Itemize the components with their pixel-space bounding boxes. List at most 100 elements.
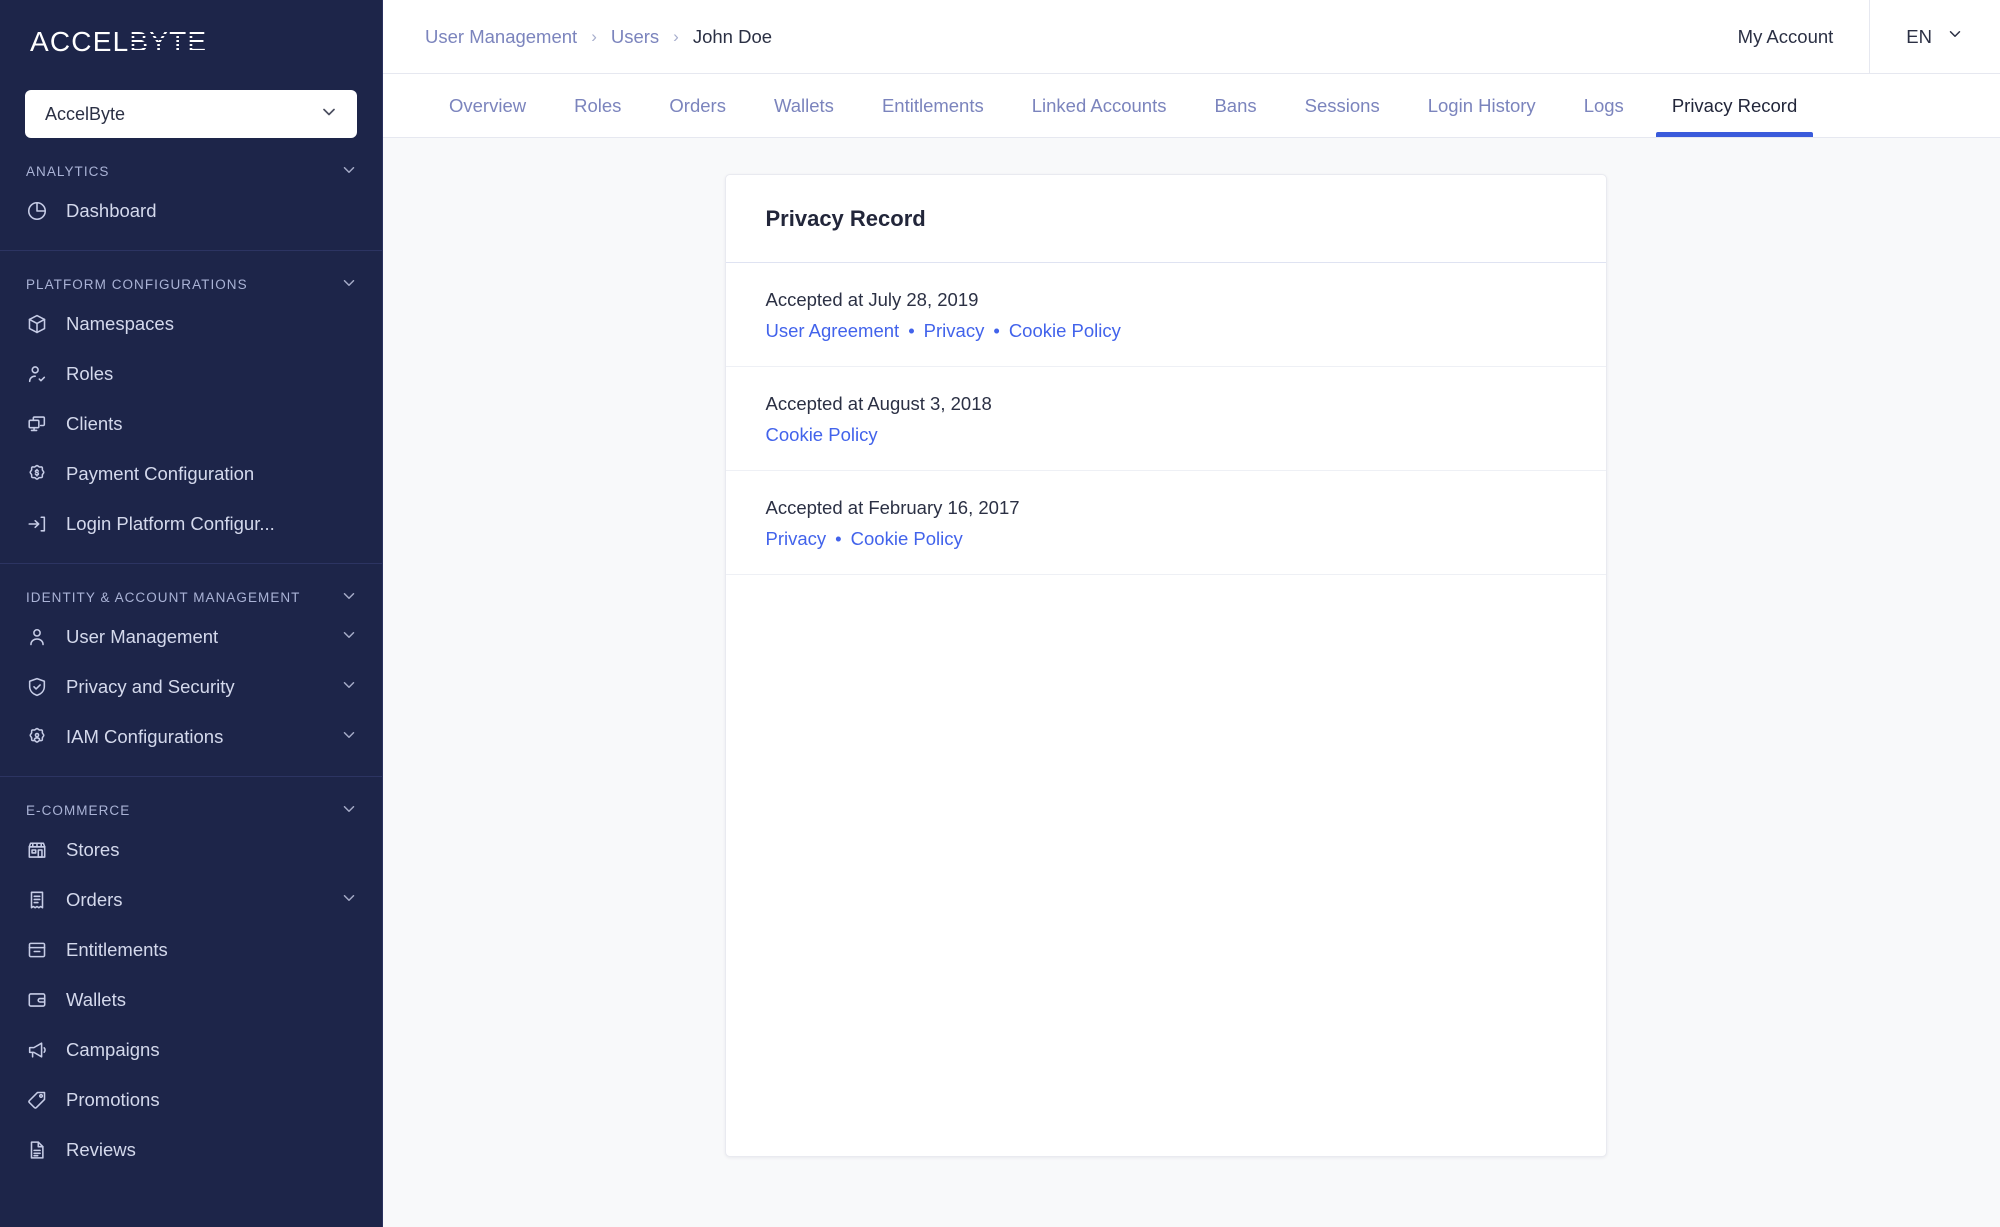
tab-orders[interactable]: Orders: [645, 74, 750, 137]
sidebar-section-header[interactable]: ANALYTICS: [0, 156, 382, 186]
content-area: Privacy Record Accepted at July 28, 2019…: [383, 138, 2000, 1227]
policy-link-user-agreement[interactable]: User Agreement: [766, 320, 900, 342]
card-empty-space: [726, 575, 1606, 1156]
sidebar-item-roles[interactable]: Roles: [0, 349, 382, 399]
sidebar-item-label: Namespaces: [66, 313, 174, 334]
sidebar-item-iam-configurations[interactable]: IAM Configurations: [0, 712, 382, 762]
brand-logo: ACCEL BYTE: [0, 0, 382, 78]
policy-link-cookie-policy[interactable]: Cookie Policy: [851, 528, 963, 550]
sidebar-item-promotions[interactable]: Promotions: [0, 1075, 382, 1125]
sidebar-section-header[interactable]: PLATFORM CONFIGURATIONS: [0, 269, 382, 299]
sidebar-item-orders[interactable]: Orders: [0, 875, 382, 925]
privacy-record-row: Accepted at July 28, 2019 User Agreement •…: [725, 263, 1606, 367]
tab-privacy-record[interactable]: Privacy Record: [1648, 74, 1821, 137]
sidebar-item-clients[interactable]: Clients: [0, 399, 382, 449]
namespace-selector-value: AccelByte: [45, 103, 126, 124]
privacy-record-row: Accepted at February 16, 2017 Privacy • Coo…: [725, 471, 1606, 575]
sidebar-item-namespaces[interactable]: Namespaces: [0, 299, 382, 349]
sidebar-item-dashboard[interactable]: Dashboard: [0, 186, 382, 236]
logo-byte-text: BYTE: [129, 26, 208, 57]
sidebar-section-title: ANALYTICS: [26, 163, 110, 179]
link-separator-dot-icon: •: [908, 320, 915, 341]
tag-icon: [26, 1089, 48, 1111]
app-root: ACCEL BYTE AccelByte ANALYTICS Dashboard PL…: [0, 0, 2000, 1227]
chevron-down-icon: [340, 800, 358, 821]
logo-accel-text: ACCEL: [30, 26, 130, 57]
pie-chart-icon: [26, 200, 48, 222]
policy-link-privacy[interactable]: Privacy: [924, 320, 985, 342]
tab-label: Overview: [449, 94, 527, 116]
breadcrumb-current: John Doe: [692, 25, 773, 47]
tab-sessions[interactable]: Sessions: [1281, 74, 1404, 137]
sidebar-item-label: Roles: [66, 363, 114, 384]
chevron-down-icon[interactable]: [340, 726, 358, 749]
sidebar-item-reviews[interactable]: Reviews: [0, 1125, 382, 1175]
tab-roles[interactable]: Roles: [550, 74, 645, 137]
sidebar-item-label: Stores: [66, 839, 120, 860]
document-icon: [26, 1139, 48, 1161]
namespace-selector[interactable]: AccelByte: [25, 90, 357, 138]
tab-linked-accounts[interactable]: Linked Accounts: [1008, 74, 1191, 137]
sidebar-section-title: PLATFORM CONFIGURATIONS: [26, 276, 248, 292]
breadcrumb-separator-icon: ›: [673, 26, 679, 46]
my-account-label: My Account: [1737, 25, 1834, 47]
sidebar-item-label: Privacy and Security: [66, 676, 235, 697]
tab-label: Login History: [1427, 94, 1536, 116]
sidebar-item-privacy-and-security[interactable]: Privacy and Security: [0, 662, 382, 712]
policy-link-privacy[interactable]: Privacy: [766, 528, 827, 550]
tab-login-history[interactable]: Login History: [1404, 74, 1560, 137]
tab-logs[interactable]: Logs: [1560, 74, 1648, 137]
tab-entitlements[interactable]: Entitlements: [858, 74, 1008, 137]
tab-bar: Overview Roles Orders Wallets Entitlements Li…: [383, 74, 2000, 138]
archive-icon: [26, 939, 48, 961]
my-account-button[interactable]: My Account: [1702, 0, 1870, 73]
screens-icon: [26, 413, 48, 435]
sidebar-item-label: Payment Configuration: [66, 463, 255, 484]
sidebar-item-entitlements[interactable]: Entitlements: [0, 925, 382, 975]
sidebar-item-stores[interactable]: Stores: [0, 825, 382, 875]
top-bar: User Management › Users › John Doe My Accoun…: [383, 0, 2000, 74]
sidebar-section-title: E-COMMERCE: [26, 802, 131, 818]
sidebar-section-header[interactable]: E-COMMERCE: [0, 795, 382, 825]
sidebar-item-campaigns[interactable]: Campaigns: [0, 1025, 382, 1075]
tab-label: Wallets: [773, 94, 834, 116]
tab-overview[interactable]: Overview: [425, 74, 550, 137]
policy-links: Privacy • Cookie Policy: [766, 528, 1566, 550]
breadcrumb-link[interactable]: Users: [611, 26, 659, 48]
chevron-down-icon[interactable]: [340, 889, 358, 912]
privacy-record-row: Accepted at August 3, 2018 Cookie Policy: [725, 367, 1606, 471]
gear-dollar-icon: [26, 463, 48, 485]
sidebar-item-label: Reviews: [66, 1139, 136, 1160]
chevron-down-icon: [340, 274, 358, 295]
sidebar-section-title: IDENTITY & ACCOUNT MANAGEMENT: [26, 589, 301, 605]
sidebar-item-label: Entitlements: [66, 939, 168, 960]
sidebar-item-label: Orders: [66, 889, 123, 910]
tab-label: Privacy Record: [1671, 94, 1798, 116]
tab-wallets[interactable]: Wallets: [750, 74, 858, 137]
store-icon: [26, 839, 48, 861]
sidebar-item-label: IAM Configurations: [66, 726, 224, 747]
sidebar-item-label: Dashboard: [66, 200, 157, 221]
tab-label: Entitlements: [881, 94, 984, 116]
policy-link-cookie-policy[interactable]: Cookie Policy: [1009, 320, 1121, 342]
sidebar-item-label: Login Platform Configur...: [66, 513, 275, 534]
sidebar-item-label: Campaigns: [66, 1039, 160, 1060]
sidebar-item-user-management[interactable]: User Management: [0, 612, 382, 662]
breadcrumb-separator-icon: ›: [591, 26, 597, 46]
shield-check-icon: [26, 676, 48, 698]
sidebar-item-payment-configuration[interactable]: Payment Configuration: [0, 449, 382, 499]
language-selector[interactable]: EN: [1869, 0, 2000, 73]
chevron-down-icon: [1946, 25, 1964, 48]
chevron-down-icon[interactable]: [340, 626, 358, 649]
user-check-icon: [26, 363, 48, 385]
chevron-down-icon[interactable]: [340, 676, 358, 699]
sidebar-item-label: Clients: [66, 413, 123, 434]
privacy-record-list: Accepted at July 28, 2019 User Agreement •…: [725, 263, 1606, 575]
breadcrumb-link[interactable]: User Management: [425, 26, 577, 48]
sidebar-section: E-COMMERCE Stores Orders Entitlements Wallet…: [0, 776, 382, 1189]
tab-bans[interactable]: Bans: [1190, 74, 1280, 137]
sidebar-item-login-platform-configur[interactable]: Login Platform Configur...: [0, 499, 382, 549]
sidebar-section-header[interactable]: IDENTITY & ACCOUNT MANAGEMENT: [0, 582, 382, 612]
policy-link-cookie-policy[interactable]: Cookie Policy: [766, 424, 878, 446]
sidebar-item-wallets[interactable]: Wallets: [0, 975, 382, 1025]
